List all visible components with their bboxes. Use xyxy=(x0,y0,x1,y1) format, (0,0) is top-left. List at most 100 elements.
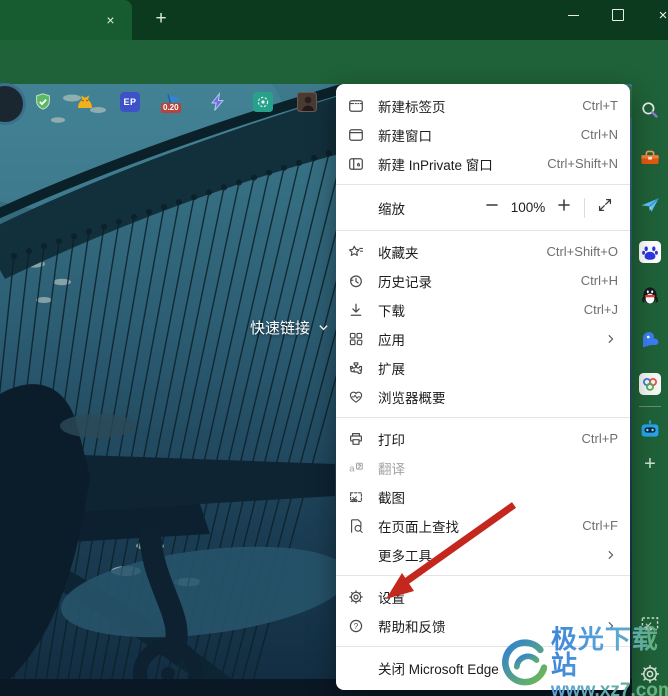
menu-item-new-inprivate-window[interactable]: 新建 InPrivate 窗口 Ctrl+Shift+N xyxy=(336,149,630,178)
chevron-right-icon xyxy=(604,332,618,346)
help-circle-icon: ? xyxy=(348,618,364,634)
menu-item-zoom: 缩放 100% xyxy=(336,191,630,224)
sidebar-robot-button[interactable] xyxy=(639,419,661,441)
rosette-icon xyxy=(253,92,273,112)
menu-item-extensions[interactable]: 扩展 xyxy=(336,353,630,382)
zoom-value: 100% xyxy=(510,200,546,215)
quick-links-label: 快速链接 xyxy=(250,320,311,337)
gear-icon xyxy=(348,589,364,605)
menu-item-label: 关闭 Microsoft Edge xyxy=(378,661,499,677)
zoom-label: 缩放 xyxy=(378,201,405,217)
lightning-extension-button[interactable] xyxy=(208,92,228,112)
menu-item-shortcut: Ctrl+Shift+O xyxy=(546,244,618,259)
fullscreen-icon xyxy=(597,197,613,218)
menu-item-close-edge[interactable]: 关闭 Microsoft Edge xyxy=(336,653,630,682)
sidebar-qq-button[interactable] xyxy=(639,284,661,306)
edge-sidebar: + xyxy=(632,84,668,696)
maximize-button[interactable] xyxy=(596,0,640,30)
flag-extension-button[interactable]: 0.20 xyxy=(161,92,184,113)
fullscreen-button[interactable] xyxy=(592,196,618,220)
shield-extension-button[interactable] xyxy=(33,92,53,112)
maximize-icon xyxy=(612,9,624,21)
rosette-extension-button[interactable] xyxy=(253,92,273,112)
paper-plane-icon xyxy=(639,194,661,216)
svg-text:a: a xyxy=(349,463,355,474)
browser-toolbar: EP 0.20 xyxy=(0,40,668,125)
quick-links-header[interactable]: 快速链接 xyxy=(250,317,329,338)
sidebar-add-button[interactable]: + xyxy=(639,453,661,475)
menu-item-shortcut: Ctrl+Shift+N xyxy=(547,156,618,171)
menu-divider xyxy=(336,417,630,418)
sidebar-divider xyxy=(639,406,661,407)
puzzle-dark-icon xyxy=(348,360,364,376)
menu-item-label: 在页面上查找 xyxy=(378,519,459,535)
sidebar-tieba-button[interactable] xyxy=(639,329,661,351)
menu-item-label: 更多工具 xyxy=(378,548,432,564)
menu-divider xyxy=(336,230,630,231)
menu-item-history[interactable]: 历史记录 Ctrl+H xyxy=(336,266,630,295)
chevron-down-icon xyxy=(319,325,328,331)
minus-icon xyxy=(484,197,500,218)
toolbox-icon xyxy=(639,147,661,169)
plus-icon xyxy=(556,197,572,218)
menu-item-label: 打印 xyxy=(378,432,405,448)
menu-item-print[interactable]: 打印 Ctrl+P xyxy=(336,424,630,453)
menu-item-apps[interactable]: 应用 xyxy=(336,324,630,353)
extension-badge: 0.20 xyxy=(161,103,181,113)
menu-item-settings[interactable]: 设置 xyxy=(336,582,630,611)
sidebar-toolbox-button[interactable] xyxy=(639,147,661,169)
menu-item-shortcut: Ctrl+H xyxy=(580,273,618,288)
zoom-out-button[interactable] xyxy=(479,196,505,220)
edge-menu: 新建标签页 Ctrl+T 新建窗口 Ctrl+N 新建 InPrivate 窗口 Ctrl… xyxy=(336,84,630,690)
menu-item-shortcut: Ctrl+F xyxy=(582,518,618,533)
cat-icon xyxy=(75,92,95,112)
zoom-in-button[interactable] xyxy=(551,196,577,220)
edge-browser-window: 快速链接 × + × EP 0.20 + 新建标签页 Ctrl+T 新建窗口 Ctrl+… xyxy=(0,0,668,696)
menu-item-label: 新建标签页 xyxy=(378,99,446,115)
minimize-button[interactable] xyxy=(551,0,595,30)
robot-icon xyxy=(639,419,661,441)
sidebar-messenger-button[interactable] xyxy=(639,194,661,216)
sidebar-capture-button[interactable] xyxy=(639,613,661,635)
lightning-icon xyxy=(208,92,228,112)
history-clock-icon xyxy=(348,273,364,289)
minimize-icon xyxy=(567,14,579,16)
menu-item-new-window[interactable]: 新建窗口 Ctrl+N xyxy=(336,120,630,149)
menu-divider xyxy=(336,646,630,647)
svg-text:?: ? xyxy=(354,621,359,630)
menu-item-label: 扩展 xyxy=(378,361,405,377)
gear-light-icon xyxy=(639,663,661,685)
browser-tab[interactable]: × xyxy=(0,0,132,40)
tieba-icon xyxy=(639,329,661,351)
close-button[interactable]: × xyxy=(641,0,668,30)
menu-item-more-tools[interactable]: 更多工具 xyxy=(336,540,630,569)
tab-close-icon[interactable]: × xyxy=(101,10,120,29)
sidebar-rings-button[interactable] xyxy=(639,373,661,395)
photo-extension-button[interactable] xyxy=(297,92,317,112)
menu-item-shortcut: Ctrl+J xyxy=(583,302,618,317)
menu-item-help-and-feedback[interactable]: ? 帮助和反馈 xyxy=(336,611,630,640)
menu-item-find-on-page[interactable]: 在页面上查找 Ctrl+F xyxy=(336,511,630,540)
rings-icon xyxy=(639,373,661,395)
new-window-icon xyxy=(348,127,364,143)
baidu-paw-icon xyxy=(639,241,661,263)
menu-item-new-tab[interactable]: 新建标签页 Ctrl+T xyxy=(336,91,630,120)
zoom-separator xyxy=(584,197,585,218)
menu-item-web-capture[interactable]: 截图 xyxy=(336,482,630,511)
new-tab-button[interactable]: + xyxy=(150,8,172,30)
sidebar-settings-button[interactable] xyxy=(639,663,661,685)
title-bar: × + × xyxy=(0,0,668,40)
sidebar-search-button[interactable] xyxy=(639,99,661,121)
menu-item-downloads[interactable]: 下载 Ctrl+J xyxy=(336,295,630,324)
menu-item-label: 截图 xyxy=(378,490,405,506)
monkey-extension-button[interactable] xyxy=(75,92,95,112)
find-on-page-icon xyxy=(348,518,364,534)
menu-item-favorites[interactable]: 收藏夹 Ctrl+Shift+O xyxy=(336,237,630,266)
photo-avatar-icon xyxy=(297,92,317,112)
menu-divider xyxy=(336,184,630,185)
sidebar-baidu-button[interactable] xyxy=(639,241,661,263)
qq-penguin-icon xyxy=(639,284,661,306)
ep-extension-button[interactable]: EP xyxy=(120,92,140,112)
translate-icon: a xyxy=(348,460,364,476)
menu-item-browser-essentials[interactable]: 浏览器概要 xyxy=(336,382,630,411)
